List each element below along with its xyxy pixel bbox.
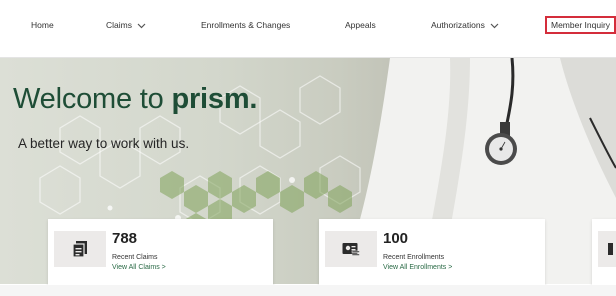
chevron-down-icon [137, 23, 146, 29]
claims-label: Recent Claims [112, 254, 158, 261]
document-stack-icon [72, 241, 87, 258]
recent-claims-card: 788 Recent Claims View All Claims > [48, 219, 273, 288]
chevron-down-icon [490, 23, 499, 29]
hero-title: Welcome to prism. [13, 83, 257, 116]
partial-icon [608, 243, 613, 255]
claims-icon-box [54, 231, 106, 267]
content-area-top [0, 285, 616, 296]
next-card-partial [592, 219, 616, 288]
enrollments-label: Recent Enrollments [383, 254, 445, 261]
nav-member-inquiry[interactable]: Member Inquiry [545, 16, 616, 34]
hero-subtitle: A better way to work with us. [18, 136, 190, 151]
nav-enrollments-changes[interactable]: Enrollments & Changes [201, 20, 290, 30]
nav-claims-label: Claims [106, 20, 132, 30]
nav-authorizations[interactable]: Authorizations [431, 20, 499, 30]
top-navigation: Home Claims Enrollments & Changes Appeal… [0, 0, 616, 58]
enrollments-count: 100 [383, 230, 409, 247]
nav-appeals[interactable]: Appeals [345, 20, 376, 30]
view-all-claims-link[interactable]: View All Claims > [112, 264, 166, 271]
enrollments-icon-box [325, 231, 377, 267]
partial-icon-box [598, 231, 616, 267]
nav-claims[interactable]: Claims [106, 20, 146, 30]
nav-authorizations-label: Authorizations [431, 20, 485, 30]
brand-name: prism. [171, 83, 258, 115]
claims-count: 788 [112, 230, 138, 247]
view-all-enrollments-link[interactable]: View All Enrollments > [383, 264, 452, 271]
id-card-icon [342, 242, 360, 256]
recent-enrollments-card: 100 Recent Enrollments View All Enrollme… [319, 219, 545, 288]
nav-home[interactable]: Home [31, 20, 54, 30]
hero-title-prefix: Welcome to [13, 83, 172, 115]
